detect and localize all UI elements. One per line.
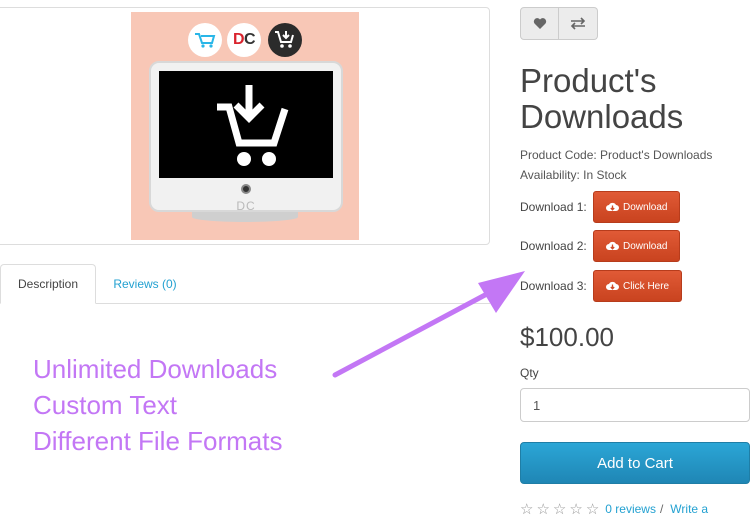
heart-icon	[533, 18, 546, 29]
feature-annotation: Unlimited Downloads Custom Text Differen…	[33, 351, 282, 459]
quantity-input[interactable]	[520, 388, 750, 422]
product-title: Product's Downloads	[520, 63, 750, 135]
download-row-1: Download 1: Download	[520, 191, 681, 223]
download-label-2: Download 2:	[520, 239, 587, 253]
star-empty-icon: ☆	[585, 501, 600, 518]
download-button-2[interactable]: Download	[593, 230, 681, 262]
download-row-2: Download 2: Download	[520, 230, 681, 262]
download-button-3-label: Click Here	[623, 280, 670, 292]
cloud-download-icon	[606, 241, 619, 250]
reviews-link[interactable]: 0 reviews	[605, 502, 656, 516]
star-empty-icon: ☆	[552, 501, 567, 518]
cloud-download-icon	[606, 281, 619, 290]
wishlist-button[interactable]	[520, 7, 559, 40]
download-button-1[interactable]: Download	[593, 191, 681, 223]
product-title-line-2: Downloads	[520, 98, 684, 135]
product-image[interactable]: DC DC	[131, 12, 359, 240]
cloud-download-icon	[606, 202, 619, 211]
annotation-line-2: Custom Text	[33, 390, 178, 420]
add-to-cart-button[interactable]: Add to Cart	[520, 442, 750, 484]
opencart-logo-icon	[188, 23, 222, 57]
download-cart-big-icon	[217, 85, 289, 166]
download-button-3[interactable]: Click Here	[593, 270, 683, 302]
dc-logo-icon: DC	[227, 23, 261, 57]
tab-description[interactable]: Description	[0, 264, 96, 304]
dc-logo-letter-d: D	[232, 31, 245, 48]
monitor-power-dot	[241, 184, 251, 194]
product-price: $100.00	[520, 322, 614, 352]
monitor-screen	[159, 71, 333, 178]
product-title-line-1: Product's	[520, 62, 657, 99]
download-label-1: Download 1:	[520, 200, 587, 214]
monitor-stand	[192, 212, 298, 222]
tab-reviews[interactable]: Reviews (0)	[100, 264, 190, 304]
download-cart-logo-icon	[268, 23, 302, 57]
download-label-3: Download 3:	[520, 279, 587, 293]
download-button-1-label: Download	[623, 201, 668, 213]
wishlist-compare-group	[520, 7, 598, 40]
product-page: DC DC Description Reviews (0) Unlimited …	[0, 0, 753, 521]
exchange-icon	[570, 17, 586, 30]
compare-button[interactable]	[559, 7, 598, 40]
star-empty-icon: ☆	[569, 501, 583, 518]
rating-separator: /	[659, 502, 664, 516]
monitor-illustration: DC	[149, 61, 343, 213]
product-code: Product Code: Product's Downloads	[520, 148, 713, 162]
download-button-2-label: Download	[623, 240, 668, 252]
product-availability: Availability: In Stock	[520, 168, 627, 182]
star-empty-icon: ☆	[536, 501, 550, 518]
annotation-line-3: Different File Formats	[33, 426, 283, 456]
write-review-link[interactable]: Write a	[670, 502, 708, 516]
annotation-line-1: Unlimited Downloads	[33, 354, 278, 384]
annotation-arrow-icon	[332, 271, 525, 378]
download-row-3: Download 3: Click Here	[520, 270, 683, 302]
star-empty-icon: ☆	[520, 501, 534, 518]
monitor-brand-text: DC	[236, 199, 256, 213]
rating-row: ☆ ☆ ☆ ☆ ☆ 0 reviews / Write a	[520, 500, 708, 518]
dc-logo-letter-c: C	[244, 31, 256, 48]
quantity-label: Qty	[520, 366, 539, 380]
